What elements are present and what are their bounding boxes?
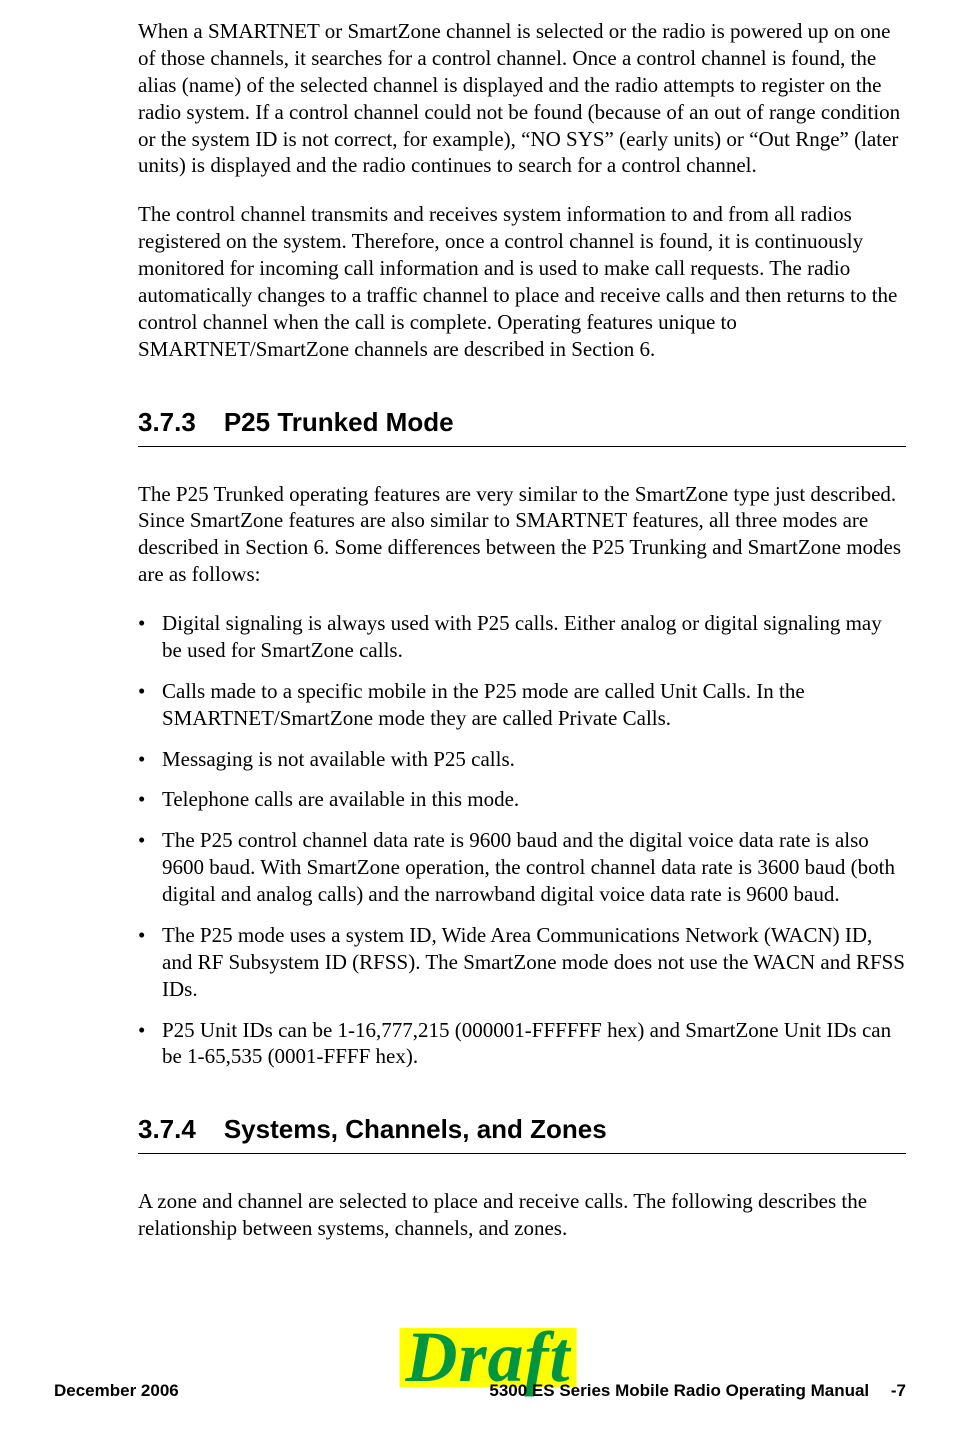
- list-item: The P25 mode uses a system ID, Wide Area…: [138, 922, 906, 1003]
- paragraph-373-intro: The P25 Trunked operating features are v…: [138, 481, 906, 589]
- heading-number: 3.7.4: [138, 1114, 196, 1145]
- heading-number: 3.7.3: [138, 407, 196, 438]
- heading-title: Systems, Channels, and Zones: [224, 1114, 607, 1144]
- paragraph-374-intro: A zone and channel are selected to place…: [138, 1188, 906, 1242]
- heading-rule: [138, 446, 906, 447]
- list-item: Telephone calls are available in this mo…: [138, 786, 906, 813]
- bullet-list-373: Digital signaling is always used with P2…: [138, 610, 906, 1070]
- page: When a SMARTNET or SmartZone channel is …: [0, 0, 976, 1433]
- heading-rule: [138, 1153, 906, 1154]
- heading-3-7-4: 3.7.4 Systems, Channels, and Zones: [138, 1114, 906, 1151]
- footer-manual-title: 5300 ES Series Mobile Radio Operating Ma…: [489, 1381, 906, 1401]
- paragraph-intro-1: When a SMARTNET or SmartZone channel is …: [138, 18, 906, 179]
- list-item: Digital signaling is always used with P2…: [138, 610, 906, 664]
- list-item: P25 Unit IDs can be 1-16,777,215 (000001…: [138, 1017, 906, 1071]
- list-item: The P25 control channel data rate is 960…: [138, 827, 906, 908]
- watermark-draft: Draft: [400, 1328, 577, 1387]
- heading-3-7-3: 3.7.3 P25 Trunked Mode: [138, 407, 906, 444]
- paragraph-intro-2: The control channel transmits and receiv…: [138, 201, 906, 362]
- heading-title: P25 Trunked Mode: [224, 407, 454, 437]
- footer-date: December 2006: [54, 1381, 179, 1401]
- list-item: Messaging is not available with P25 call…: [138, 746, 906, 773]
- list-item: Calls made to a specific mobile in the P…: [138, 678, 906, 732]
